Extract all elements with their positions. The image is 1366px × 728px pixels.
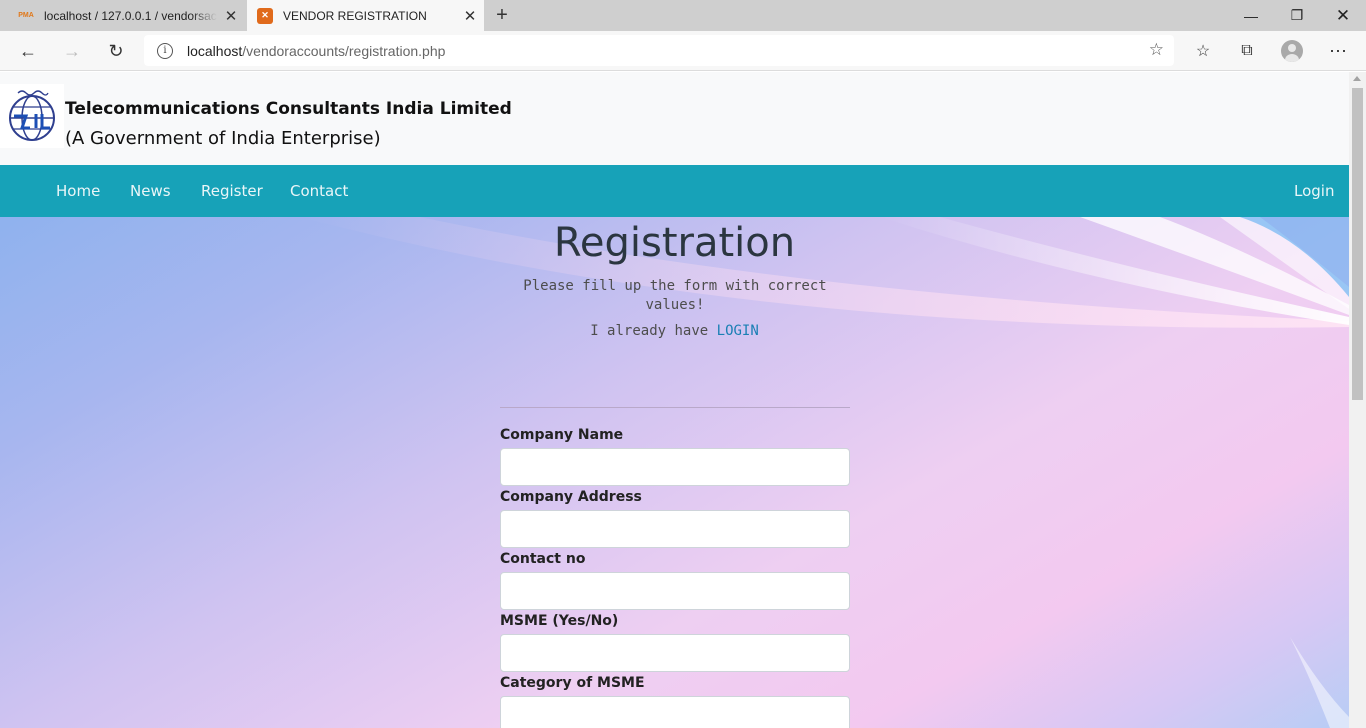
new-tab-icon[interactable]: +	[490, 3, 514, 27]
url-path: /vendoraccounts/registration.php	[242, 42, 446, 59]
nav-home[interactable]: Home	[56, 182, 100, 200]
forward-icon[interactable]: →	[57, 37, 87, 65]
login-prompt: I already have LOGIN	[0, 323, 1349, 339]
tab-title: VENDOR REGISTRATION	[283, 8, 427, 23]
company-name: Telecommunications Consultants India Lim…	[65, 99, 512, 119]
site-header: Telecommunications Consultants India Lim…	[0, 72, 1349, 165]
page-scrollbar[interactable]	[1349, 72, 1366, 728]
company-name-label: Company Name	[500, 427, 624, 443]
company-address-label: Company Address	[500, 489, 642, 505]
phpmyadmin-icon: PMA	[18, 12, 34, 19]
browser-toolbar: ← → ↻ i localhost/vendoraccounts/registr…	[0, 31, 1366, 71]
tab-vendor-registration[interactable]: ✕ VENDOR REGISTRATION ✕	[247, 0, 484, 31]
form-divider	[500, 407, 850, 408]
close-window-icon[interactable]: ✕	[1320, 0, 1366, 31]
company-name-input[interactable]	[500, 448, 850, 486]
contact-no-label: Contact no	[500, 551, 586, 567]
nav-contact[interactable]: Contact	[290, 182, 348, 200]
company-subtitle: (A Government of India Enterprise)	[65, 128, 381, 149]
msme-category-label: Category of MSME	[500, 675, 645, 691]
scroll-up-icon[interactable]	[1353, 76, 1361, 81]
url-text[interactable]: localhost/vendoraccounts/registration.ph…	[187, 43, 445, 59]
msme-label: MSME (Yes/No)	[500, 613, 619, 629]
form-instructions: Please fill up the form with correct val…	[523, 278, 827, 313]
registration-section: Registration Please fill up the form wit…	[0, 217, 1349, 728]
contact-no-input[interactable]	[500, 572, 850, 610]
refresh-icon[interactable]: ↻	[101, 37, 131, 65]
page-title: Registration	[553, 220, 796, 266]
msme-category-input[interactable]	[500, 696, 850, 728]
nav-login[interactable]: Login	[1294, 182, 1334, 200]
back-icon[interactable]: ←	[13, 37, 43, 65]
login-link[interactable]: LOGIN	[717, 323, 759, 339]
xampp-icon: ✕	[257, 7, 273, 24]
profile-icon[interactable]	[1279, 39, 1305, 63]
url-host: localhost	[187, 42, 243, 59]
site-info-icon[interactable]: i	[157, 42, 173, 59]
more-menu-icon[interactable]: ⋯	[1325, 39, 1351, 63]
favorite-star-icon[interactable]: ☆	[1149, 40, 1164, 60]
close-tab-icon[interactable]: ✕	[217, 7, 245, 25]
nav-register[interactable]: Register	[201, 182, 263, 200]
tcil-logo-icon	[0, 84, 64, 148]
collections-icon[interactable]: ⧉	[1234, 39, 1260, 63]
scrollbar-thumb[interactable]	[1352, 88, 1363, 400]
main-navbar: Home News Register Contact Login	[0, 165, 1349, 217]
browser-tab-bar: PMA localhost / 127.0.0.1 / vendorsaccou…	[0, 0, 1366, 31]
minimize-icon[interactable]: —	[1228, 0, 1274, 31]
page-viewport: Telecommunications Consultants India Lim…	[0, 72, 1349, 728]
nav-news[interactable]: News	[130, 182, 171, 200]
tab-title: localhost / 127.0.0.1 / vendorsaccounts	[44, 8, 217, 23]
close-tab-icon[interactable]: ✕	[456, 7, 484, 25]
avatar	[1281, 40, 1303, 62]
msme-input[interactable]	[500, 634, 850, 672]
company-address-input[interactable]	[500, 510, 850, 548]
favorites-icon[interactable]: ☆	[1190, 39, 1216, 63]
address-bar[interactable]: i localhost/vendoraccounts/registration.…	[144, 35, 1174, 66]
tab-phpmyadmin[interactable]: PMA localhost / 127.0.0.1 / vendorsaccou…	[8, 0, 245, 31]
login-prompt-text: I already have	[590, 323, 709, 339]
restore-icon[interactable]: ❐	[1274, 0, 1320, 31]
